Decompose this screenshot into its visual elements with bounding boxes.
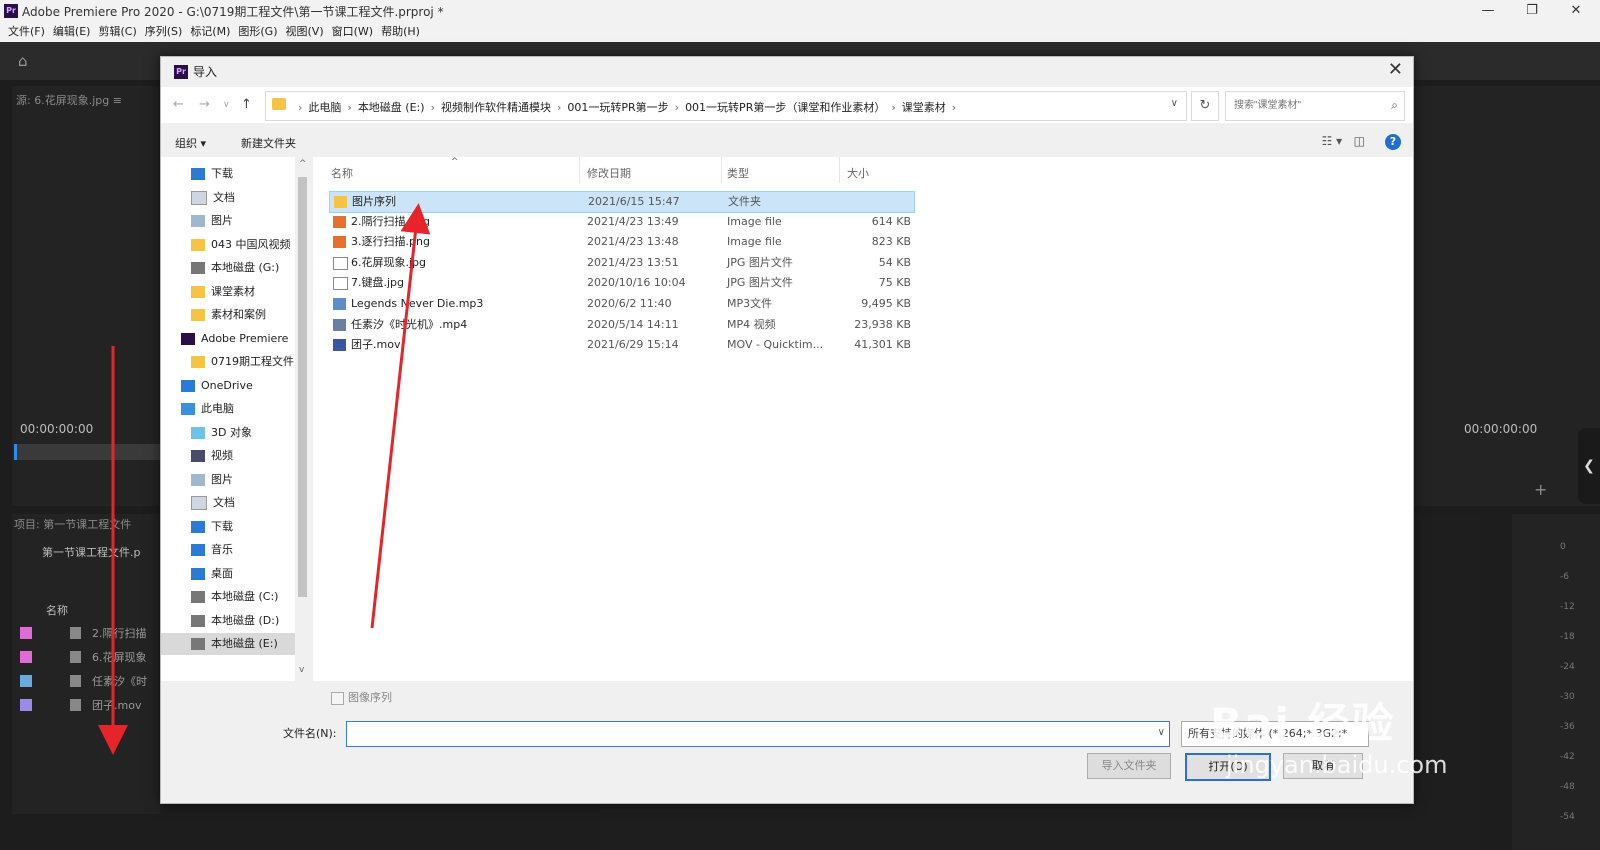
baidu-watermark: Bai 经验 jingyan.baidu.com <box>1210 690 1447 779</box>
watermark-url: jingyan.baidu.com <box>1226 751 1448 779</box>
annotation-arrow-up <box>370 203 431 629</box>
watermark-logo: Bai 经验 <box>1210 699 1396 748</box>
